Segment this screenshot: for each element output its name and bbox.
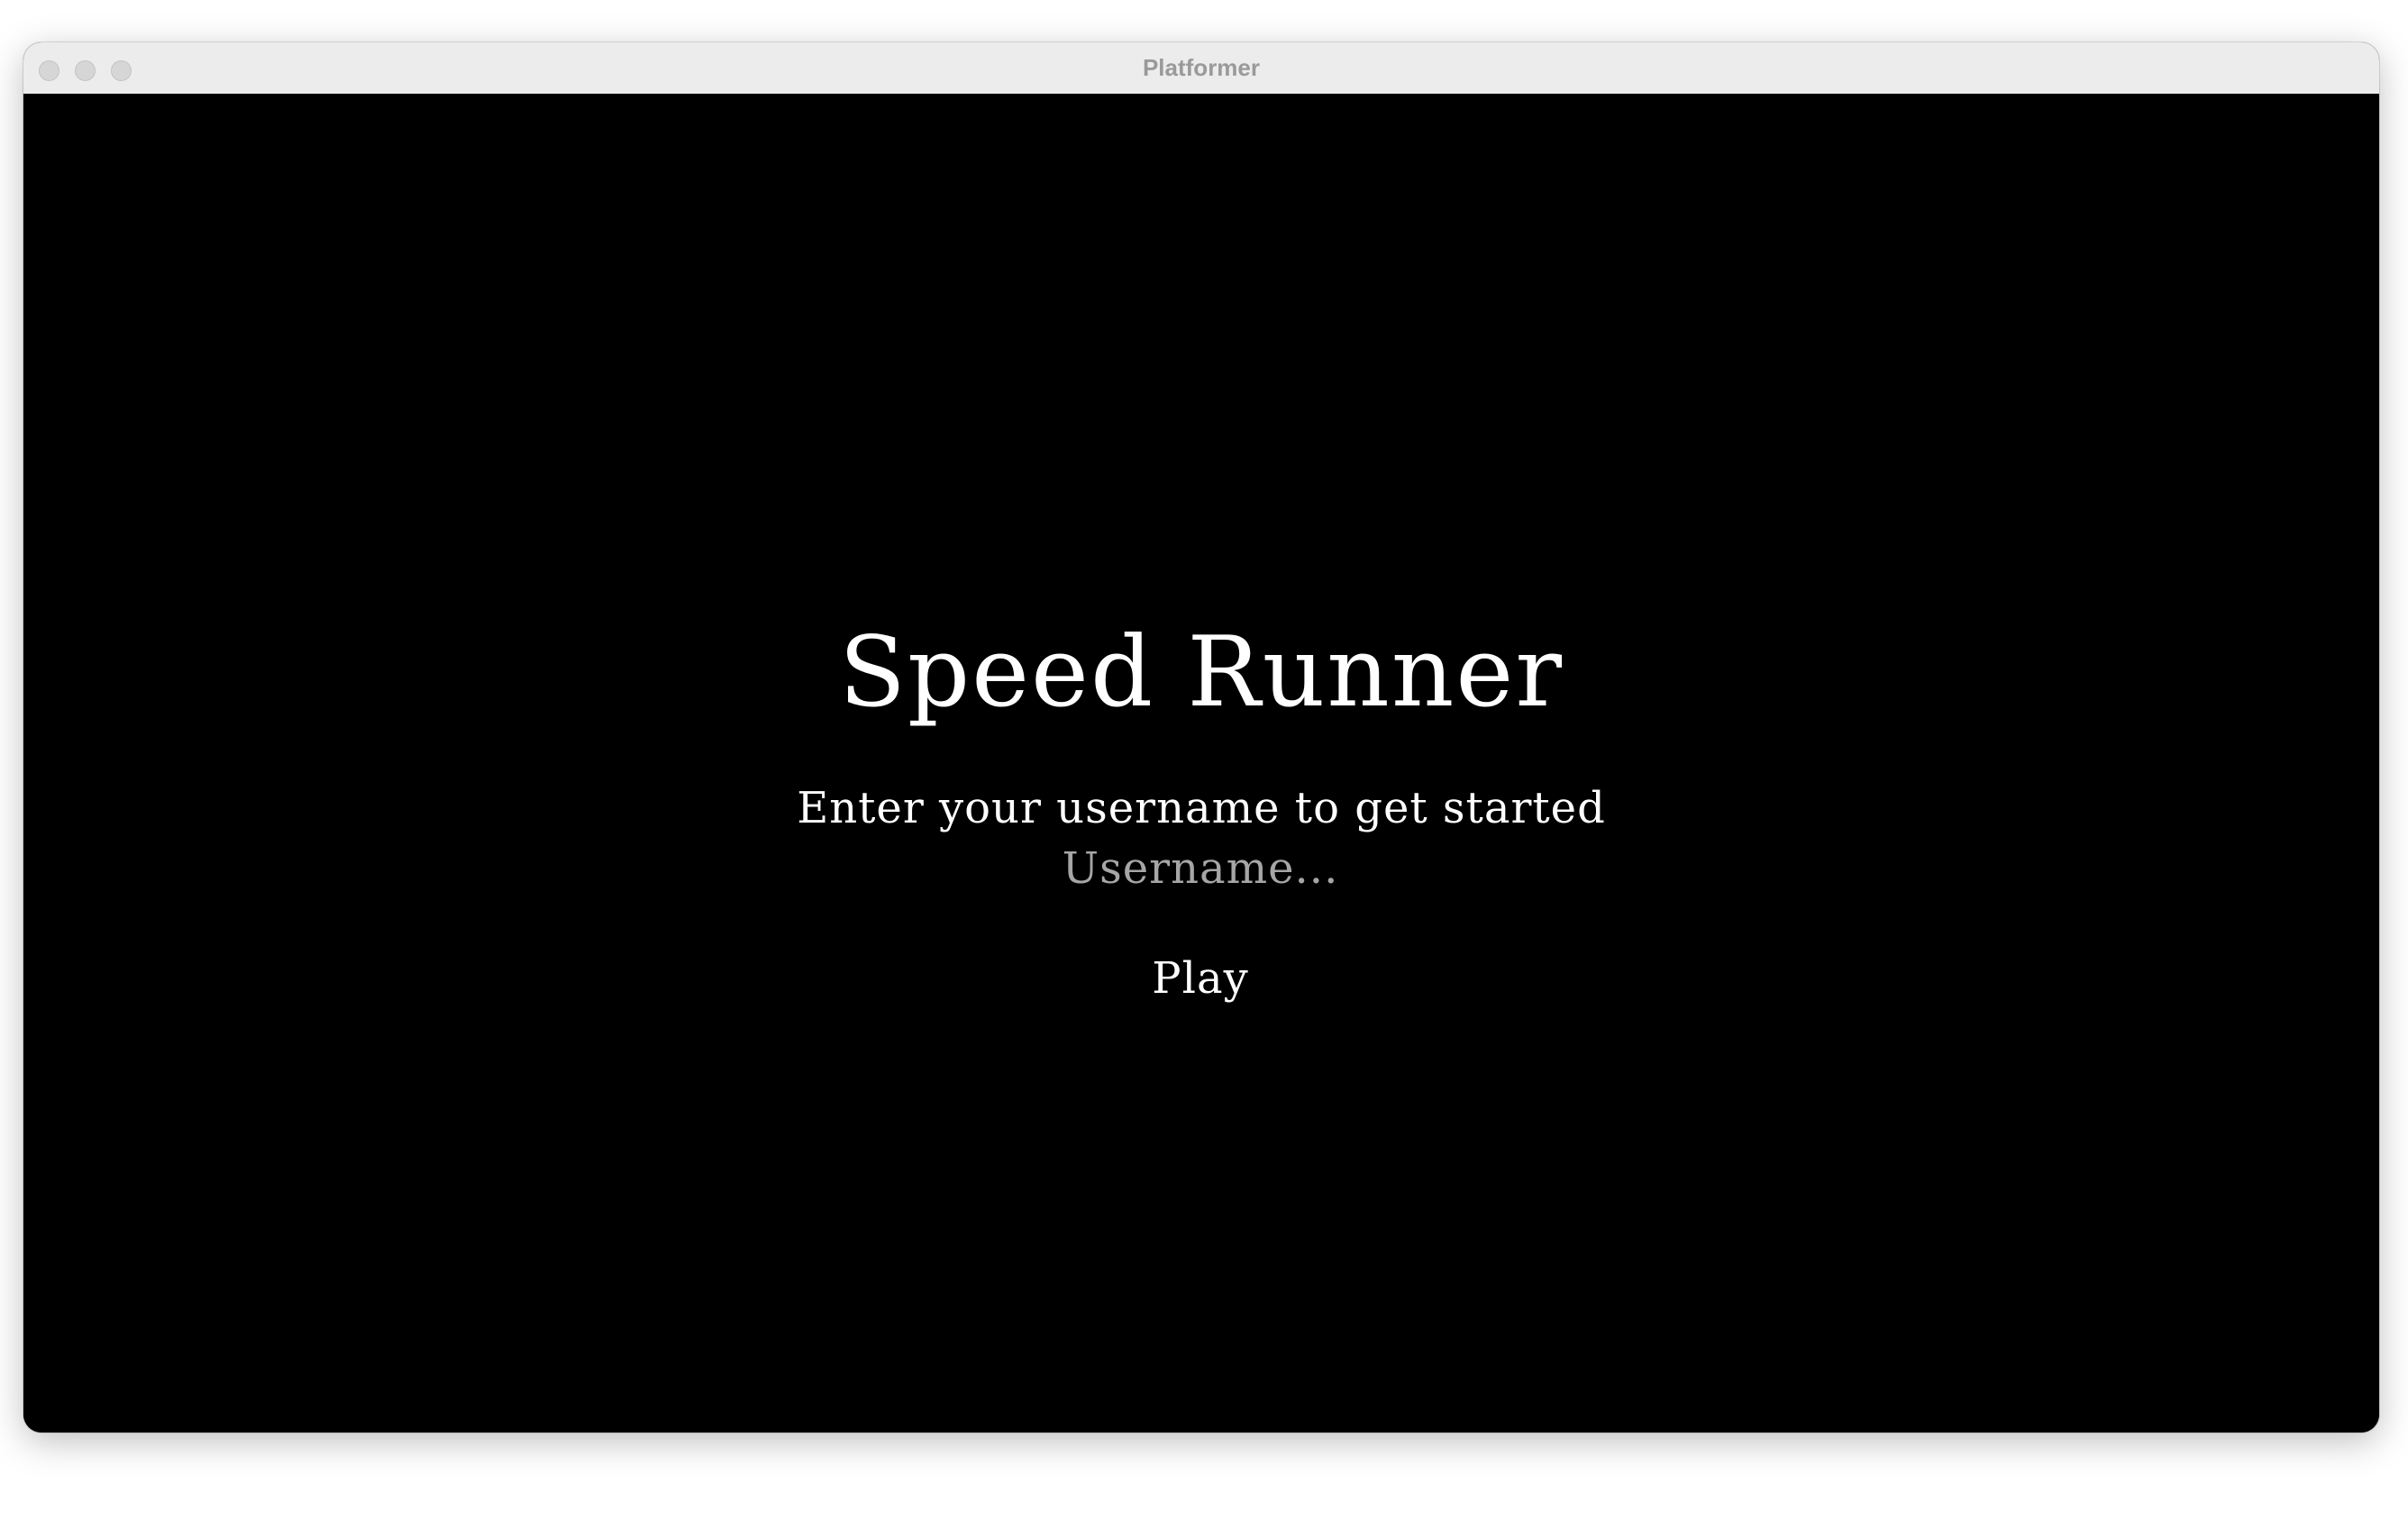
username-input[interactable] xyxy=(957,840,1444,897)
window-titlebar[interactable]: Platformer xyxy=(23,42,2379,95)
game-canvas: Speed Runner Enter your username to get … xyxy=(23,94,2379,1433)
app-window: Platformer Speed Runner Enter your usern… xyxy=(23,42,2379,1433)
username-prompt: Enter your username to get started xyxy=(797,783,1606,833)
play-button[interactable]: Play xyxy=(1110,947,1291,1010)
window-title: Platformer xyxy=(1142,54,1261,81)
game-title: Speed Runner xyxy=(839,616,1564,729)
